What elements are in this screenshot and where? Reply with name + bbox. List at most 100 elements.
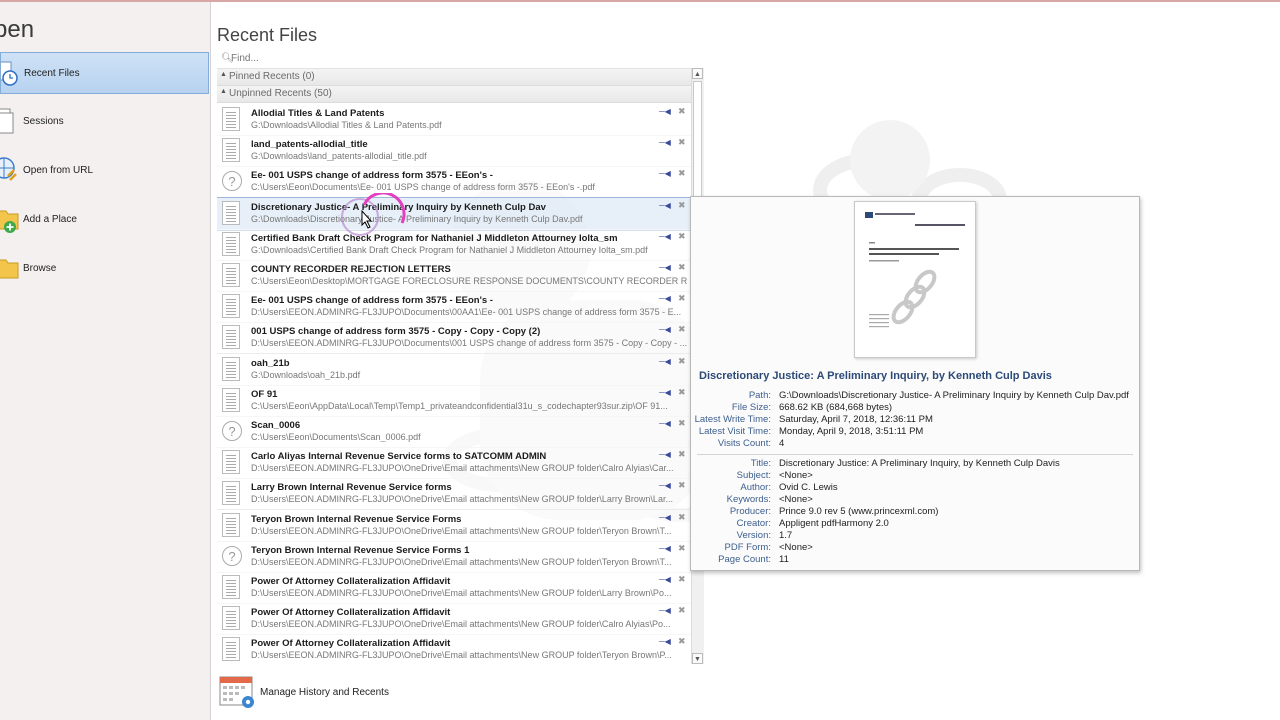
- property-key: Keywords:: [726, 494, 771, 505]
- file-path: D:\Users\EEON.ADMINRG-FL3JUPO\OneDrive\E…: [251, 588, 672, 598]
- recent-file-row[interactable]: ? Ee- 001 USPS change of address form 357…: [217, 166, 691, 199]
- remove-icon[interactable]: ✖: [678, 418, 686, 429]
- recent-file-row[interactable]: Power Of Attorney Collateralization Affi…: [217, 634, 691, 665]
- question-mark-icon: ?: [222, 545, 242, 566]
- file-name: Teryon Brown Internal Revenue Service Fo…: [251, 513, 462, 525]
- pin-icon[interactable]: ─◀: [659, 575, 671, 584]
- question-mark-icon: ?: [222, 171, 242, 192]
- sidebar-item-open-from-url[interactable]: Open from URL: [0, 150, 209, 190]
- remove-icon[interactable]: ✖: [678, 356, 686, 367]
- sidebar-item-browse[interactable]: Browse: [0, 248, 209, 288]
- pin-icon[interactable]: ─◀: [659, 294, 671, 303]
- remove-icon[interactable]: ✖: [678, 324, 686, 335]
- group-label: Unpinned Recents (50): [229, 88, 332, 99]
- sidebar-item-recent-files[interactable]: Recent Files: [0, 52, 209, 94]
- unpinned-recents-group-header[interactable]: ▲ Unpinned Recents (50): [217, 86, 691, 103]
- remove-icon[interactable]: ✖: [678, 262, 686, 273]
- recent-file-row[interactable]: COUNTY RECORDER REJECTION LETTERS C:\User…: [217, 260, 691, 292]
- pin-icon[interactable]: ─◀: [659, 107, 671, 116]
- pinned-recents-group-header[interactable]: ▲ Pinned Recents (0): [217, 69, 691, 86]
- sidebar-item-add-a-place[interactable]: Add a Place: [0, 199, 209, 239]
- sidebar-item-sessions[interactable]: Sessions: [0, 101, 209, 141]
- recent-file-row[interactable]: Carlo Aliyas Internal Revenue Service fo…: [217, 447, 691, 480]
- page-icon: [222, 637, 240, 662]
- pin-icon[interactable]: ─◀: [659, 606, 671, 615]
- recent-file-row[interactable]: ? Teryon Brown Internal Revenue Service F…: [217, 540, 691, 573]
- open-heading: pen: [0, 16, 35, 43]
- file-path: C:\Users\Eeon\Desktop\MORTGAGE FORECLOSU…: [251, 276, 687, 286]
- recent-file-row[interactable]: ? Scan_0006 C:\Users\Eeon\Documents\Scan_0…: [217, 416, 691, 448]
- remove-icon[interactable]: ✖: [678, 574, 686, 585]
- remove-icon[interactable]: ✖: [678, 231, 686, 242]
- remove-icon[interactable]: ✖: [678, 293, 686, 304]
- remove-icon[interactable]: ✖: [678, 512, 686, 523]
- sidebar-item-label: Sessions: [23, 116, 64, 127]
- page-icon: [222, 387, 240, 412]
- pin-icon[interactable]: ─◀: [659, 544, 671, 553]
- remove-icon[interactable]: ✖: [678, 200, 686, 211]
- page-icon: [222, 263, 240, 287]
- remove-icon[interactable]: ✖: [678, 168, 686, 179]
- document-thumbnail-icon: [222, 575, 242, 600]
- property-value: G:\Downloads\Discretionary Justice- A Pr…: [779, 390, 1129, 401]
- recent-file-row[interactable]: Ee- 001 USPS change of address form 3575…: [217, 291, 691, 324]
- find-input[interactable]: [231, 51, 671, 65]
- recent-file-row[interactable]: OF 91 C:\Users\Eeon\AppData\Local\Temp\Te…: [217, 384, 691, 417]
- file-path: G:\Downloads\Allodial Titles & Land Pate…: [251, 120, 442, 130]
- pin-icon[interactable]: ─◀: [659, 169, 671, 178]
- pin-icon[interactable]: ─◀: [659, 388, 671, 397]
- recent-file-row[interactable]: Larry Brown Internal Revenue Service for…: [217, 478, 691, 511]
- property-value: Prince 9.0 rev 5 (www.princexml.com): [779, 506, 939, 517]
- recent-file-row[interactable]: land_patents-allodial_title G:\Downloads\…: [217, 135, 691, 168]
- property-row: Author: Ovid C. Lewis: [691, 482, 1137, 494]
- document-thumbnail-icon: [222, 325, 242, 350]
- remove-icon[interactable]: ✖: [678, 387, 686, 398]
- remove-icon[interactable]: ✖: [678, 449, 686, 460]
- remove-icon[interactable]: ✖: [678, 636, 686, 647]
- pin-icon[interactable]: ─◀: [659, 357, 671, 366]
- pin-icon[interactable]: ─◀: [659, 513, 671, 522]
- remove-icon[interactable]: ✖: [678, 106, 686, 117]
- recent-file-row[interactable]: oah_21b G:\Downloads\oah_21b.pdf ─◀ ✖: [217, 353, 691, 386]
- pin-icon[interactable]: ─◀: [659, 138, 671, 147]
- recent-file-row[interactable]: Certified Bank Draft Check Program for N…: [217, 228, 691, 261]
- recent-file-row[interactable]: Allodial Titles & Land Patents G:\Downloa…: [217, 104, 691, 136]
- tooltip-divider: [697, 454, 1133, 455]
- recent-file-row[interactable]: Power Of Attorney Collateralization Affi…: [217, 572, 691, 604]
- folder-icon: [0, 259, 19, 279]
- pin-icon[interactable]: ─◀: [659, 481, 671, 490]
- file-name: Power Of Attorney Collateralization Affi…: [251, 638, 451, 650]
- pin-icon[interactable]: ─◀: [659, 637, 671, 646]
- remove-icon[interactable]: ✖: [678, 543, 686, 554]
- page-icon: [222, 138, 240, 163]
- pin-icon[interactable]: ─◀: [659, 325, 671, 334]
- recent-file-row[interactable]: Teryon Brown Internal Revenue Service Fo…: [217, 509, 691, 542]
- pin-icon[interactable]: ─◀: [659, 201, 671, 210]
- remove-icon[interactable]: ✖: [678, 480, 686, 491]
- pin-icon[interactable]: ─◀: [659, 419, 671, 428]
- property-key: Visits Count:: [717, 438, 771, 449]
- document-thumbnail-icon: [222, 294, 242, 319]
- page-icon: [222, 450, 240, 475]
- recent-file-row[interactable]: Discretionary Justice- A Preliminary Inq…: [217, 196, 691, 231]
- document-thumbnail-icon: [222, 481, 242, 506]
- file-path: G:\Downloads\land_patents-allodial_title…: [251, 151, 427, 162]
- property-row: Latest Write Time: Saturday, April 7, 201…: [691, 414, 1137, 426]
- find-box[interactable]: 🔍︎: [217, 51, 689, 66]
- remove-icon[interactable]: ✖: [678, 137, 686, 148]
- property-value: Appligent pdfHarmony 2.0: [779, 518, 889, 529]
- property-value: Monday, April 9, 2018, 3:51:11 PM: [779, 426, 924, 437]
- pin-icon[interactable]: ─◀: [659, 232, 671, 241]
- recent-file-row[interactable]: Power Of Attorney Collateralization Affi…: [217, 603, 691, 636]
- property-row: Creator: Appligent pdfHarmony 2.0: [691, 518, 1137, 530]
- scroll-down-arrow-icon[interactable]: ▼: [692, 653, 703, 664]
- manage-history-button[interactable]: Manage History and Recents: [219, 674, 519, 710]
- file-name: land_patents-allodial_title: [251, 139, 368, 151]
- pin-icon[interactable]: ─◀: [659, 263, 671, 272]
- recent-file-row[interactable]: 001 USPS change of address form 3575 - C…: [217, 322, 691, 355]
- sidebar-item-label: Open from URL: [23, 165, 94, 176]
- pin-icon[interactable]: ─◀: [659, 450, 671, 459]
- scroll-up-arrow-icon[interactable]: ▲: [692, 68, 703, 79]
- file-name: Ee- 001 USPS change of address form 3575…: [251, 170, 493, 182]
- remove-icon[interactable]: ✖: [678, 605, 686, 616]
